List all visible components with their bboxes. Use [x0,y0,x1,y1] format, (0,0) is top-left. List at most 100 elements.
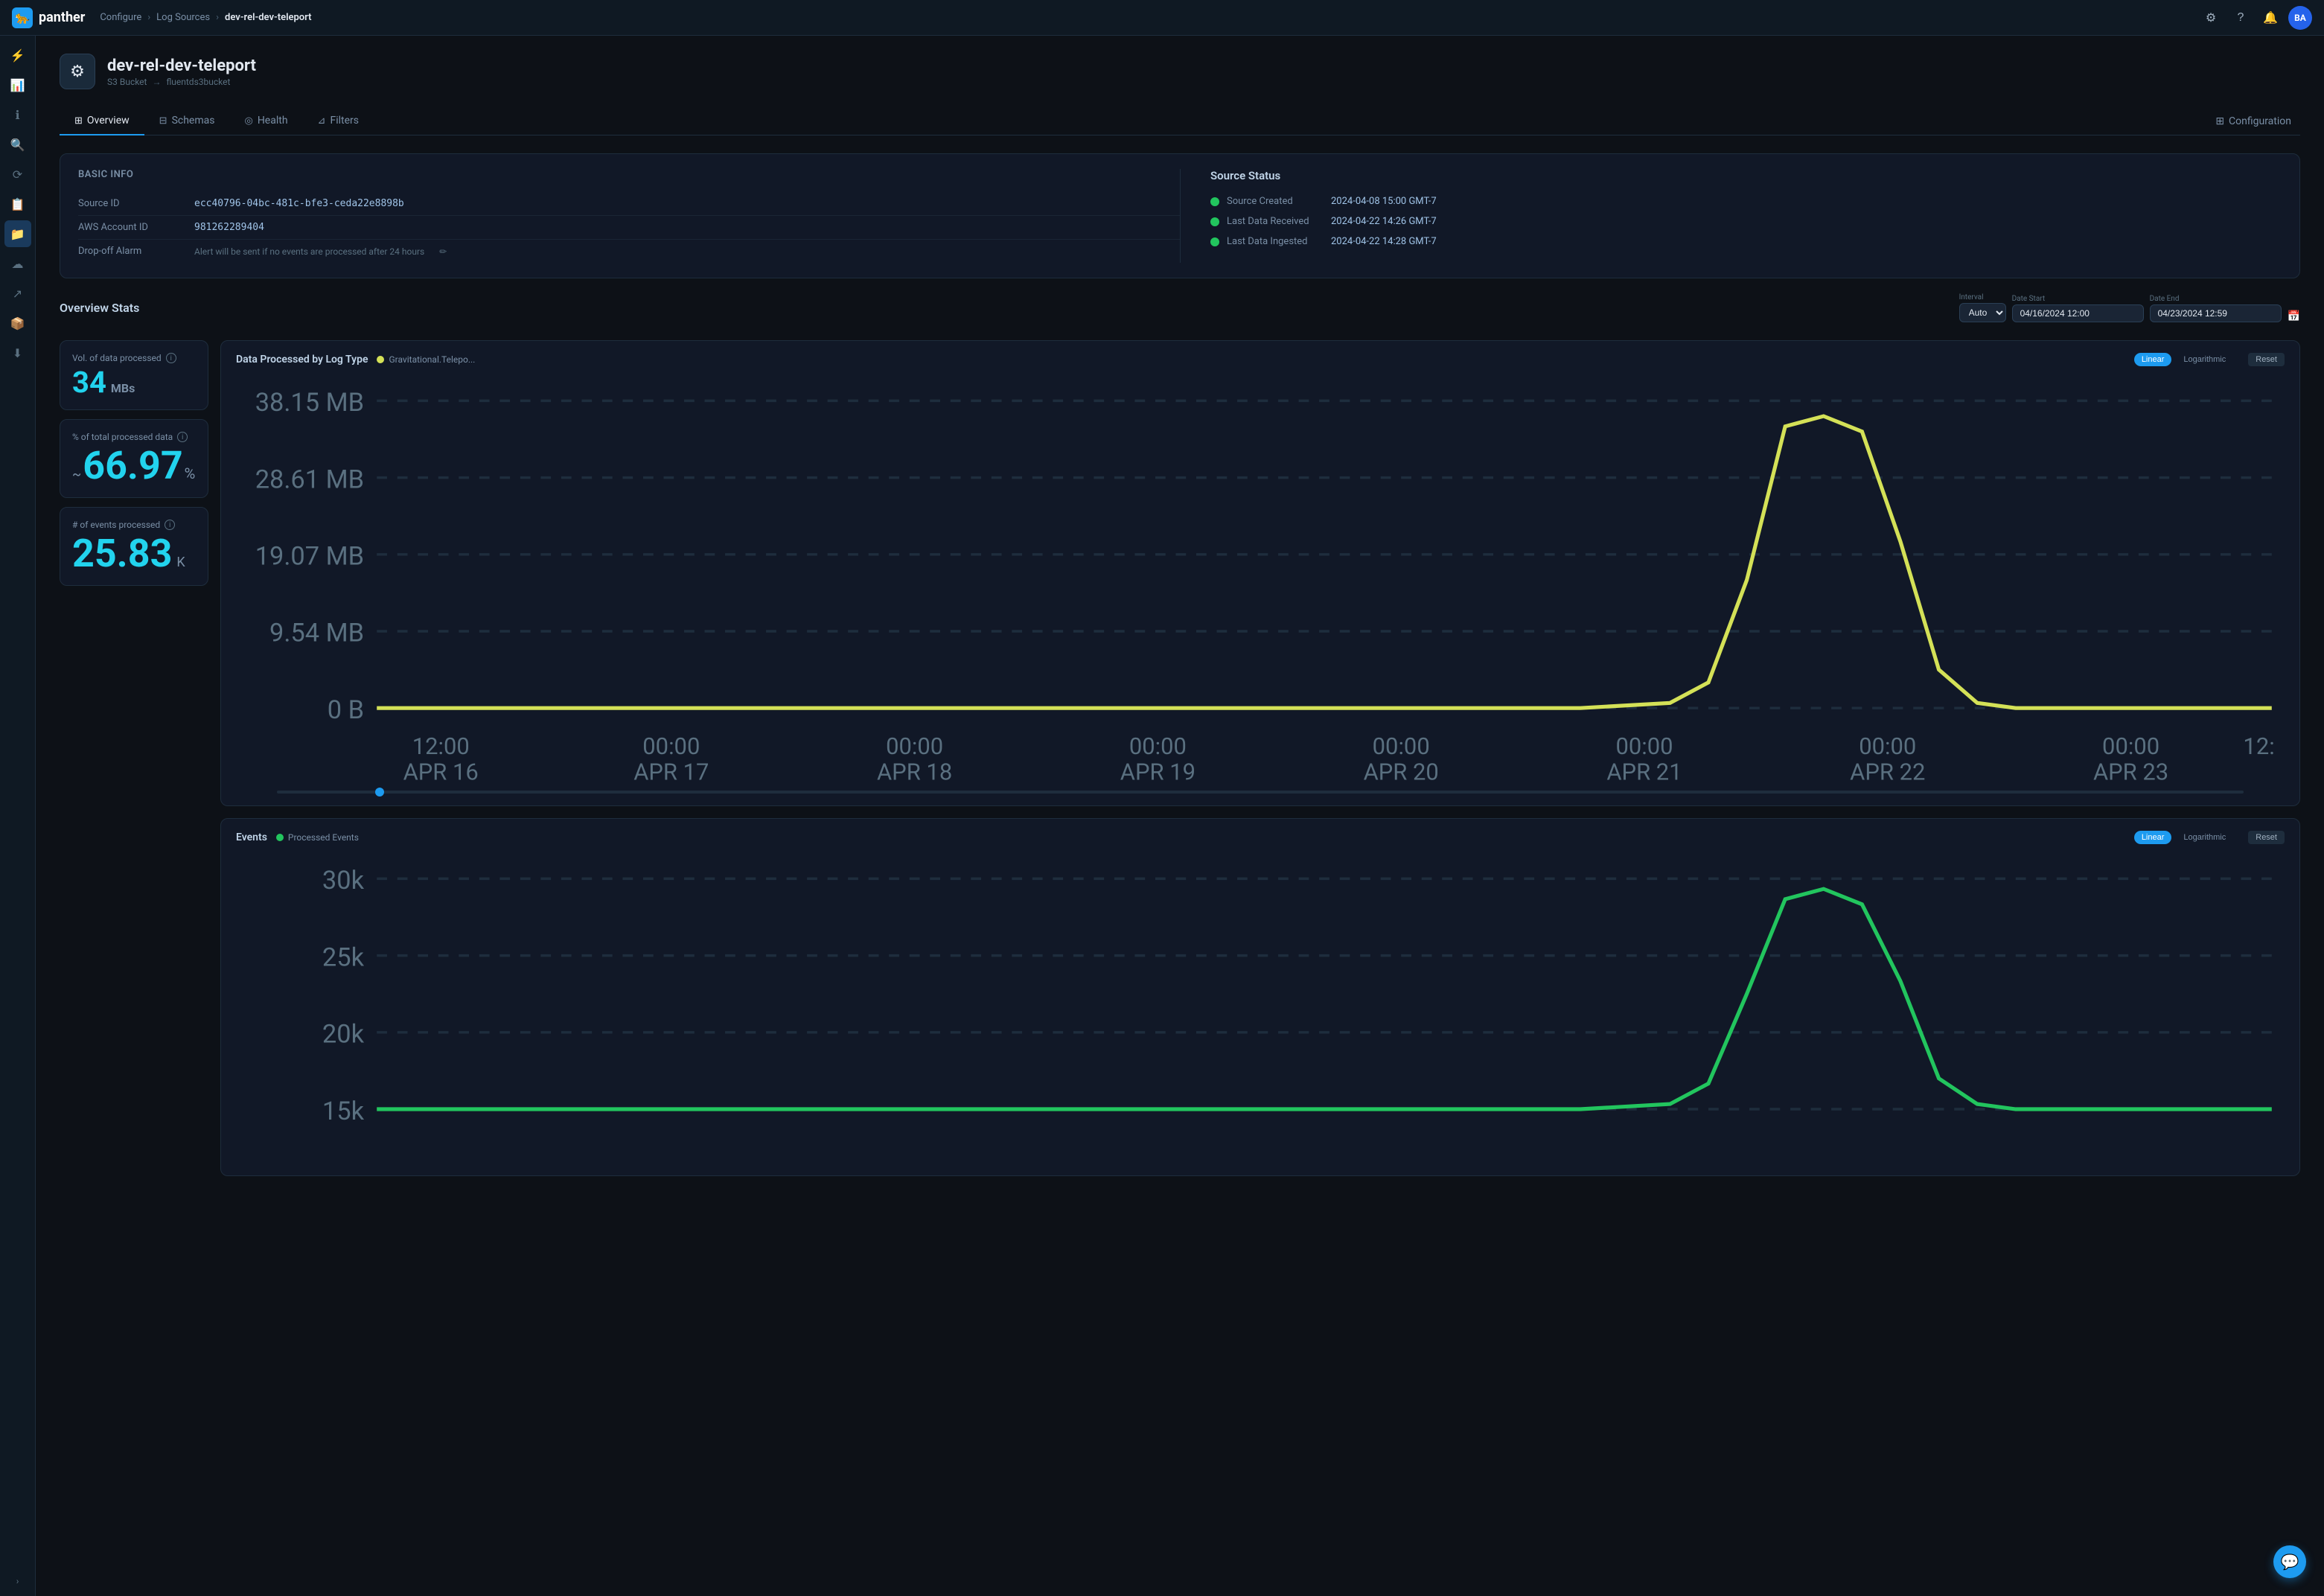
page-header: ⚙ dev-rel-dev-teleport S3 Bucket → fluen… [60,54,2300,89]
chart-slider-handle[interactable] [375,788,384,797]
chart-legend-events: Processed Events [276,832,359,843]
configuration-button[interactable]: ⊞ Configuration [2206,111,2300,132]
scale-linear-btn[interactable]: Linear [2134,353,2172,366]
sidebar-expand-btn[interactable]: › [4,1572,31,1590]
sidebar-item-packs[interactable]: 📦 [4,310,31,336]
sidebar-item-search[interactable]: 🔍 [4,131,31,158]
events-info-icon[interactable]: i [165,520,175,530]
svg-text:38.15 MB: 38.15 MB [255,388,364,418]
source-created-row: Source Created 2024-04-08 15:00 GMT-7 [1210,191,2282,211]
sidebar-item-replay[interactable]: ⟳ [4,161,31,188]
sidebar-item-cloud[interactable]: ☁ [4,250,31,277]
tab-health[interactable]: ◎ Health [229,107,302,135]
sidebar-item-export[interactable]: ↗ [4,280,31,307]
app-logo[interactable]: 🐆 panther [12,7,85,28]
date-start-input[interactable] [2012,304,2144,322]
events-scale-linear-btn[interactable]: Linear [2134,831,2172,844]
source-id-label: Source ID [78,198,182,209]
aws-account-label: AWS Account ID [78,222,182,233]
source-created-dot [1210,197,1219,206]
events-reset-btn[interactable]: Reset [2248,831,2285,844]
sidebar-item-rules[interactable]: 📋 [4,191,31,217]
source-id-value: ecc40796-04bc-481c-bfe3-ceda22e8898b [194,198,404,209]
svg-text:20k: 20k [322,1020,365,1050]
calendar-icon[interactable]: 📅 [2288,310,2300,322]
svg-text:25k: 25k [322,943,365,973]
chart-slider-track [236,788,2285,794]
chart-data-processed: Data Processed by Log Type Gravitational… [220,340,2300,806]
sidebar-bottom: › [4,1572,31,1590]
date-start-label: Date Start [2012,295,2144,303]
svg-text:00:00: 00:00 [1373,732,1430,760]
last-received-dot [1210,217,1219,226]
overview-stats-header: Overview Stats Interval Auto Date Start … [60,293,2300,322]
help-button[interactable]: ? [2229,6,2253,30]
stat-card-pct-total: % of total processed data i ~ 66.97 % [60,419,208,498]
logo-icon: 🐆 [12,7,33,28]
chat-widget-button[interactable]: 💬 [2273,1545,2306,1578]
chart-reset-btn[interactable]: Reset [2248,353,2285,366]
date-end-input[interactable] [2150,304,2282,322]
svg-text:00:00: 00:00 [642,732,700,760]
pct-total-number: 66.97 [83,447,182,485]
svg-text:00:00: 00:00 [1859,732,1916,760]
svg-text:12:00: 12:00 [412,732,470,760]
sidebar-item-log-sources[interactable]: 📁 [4,220,31,247]
svg-text:00:00: 00:00 [1615,732,1673,760]
source-status-section: Source Status Source Created 2024-04-08 … [1180,169,2282,263]
settings-button[interactable]: ⚙ [2199,6,2223,30]
last-received-value: 2024-04-22 14:26 GMT-7 [1331,216,1437,227]
interval-control: Interval Auto [1959,293,2006,322]
svg-text:APR 19: APR 19 [1120,759,1195,785]
overview-stats-title: Overview Stats [60,301,139,315]
pct-total-label: % of total processed data i [72,432,196,442]
avatar[interactable]: BA [2288,6,2312,30]
sidebar-item-dashboard[interactable]: 📊 [4,71,31,98]
sidebar-item-import[interactable]: ⬇ [4,339,31,366]
scale-logarithmic-btn[interactable]: Logarithmic [2176,353,2233,366]
vol-data-info-icon[interactable]: i [166,353,176,363]
source-created-value: 2024-04-08 15:00 GMT-7 [1331,196,1437,207]
tab-schemas-label: Schemas [172,115,215,127]
svg-text:00:00: 00:00 [886,732,943,760]
breadcrumb-log-sources[interactable]: Log Sources [156,12,210,23]
svg-text:00:00: 00:00 [2102,732,2159,760]
main-layout: ⚡ 📊 ℹ 🔍 ⟳ 📋 📁 ☁ ↗ 📦 ⬇ › ⚙ dev-rel-dev-te… [0,36,2324,1596]
last-ingested-label: Last Data Ingested [1227,236,1324,247]
tab-overview[interactable]: ⊞ Overview [60,107,144,135]
pct-total-info-icon[interactable]: i [177,432,188,442]
edit-dropoff-icon[interactable]: ✏ [439,246,447,257]
pct-suffix: % [185,465,196,482]
chart-events-header: Events Processed Events Linear Logarithm… [236,831,2285,844]
app-name: panther [39,10,85,25]
date-start-control: Date Start [2012,295,2144,322]
tab-health-icon: ◎ [244,115,252,127]
sidebar-item-alerts[interactable]: ⚡ [4,42,31,68]
chart-events-scale-btns: Linear Logarithmic [2134,831,2233,844]
svg-text:APR 21: APR 21 [1606,759,1682,785]
notifications-button[interactable]: 🔔 [2258,6,2282,30]
svg-text:30k: 30k [322,866,365,896]
chart-events-title: Events [236,831,267,843]
legend-label-events: Processed Events [288,832,359,843]
aws-account-value: 981262289404 [194,222,264,233]
events-scale-logarithmic-btn[interactable]: Logarithmic [2176,831,2233,844]
vol-data-label: Vol. of data processed i [72,353,196,363]
tab-overview-icon: ⊞ [74,115,83,127]
tab-overview-label: Overview [87,115,130,127]
subtitle-arrow: → [152,77,161,87]
interval-select[interactable]: Auto [1959,303,2006,322]
last-received-label: Last Data Received [1227,216,1324,227]
svg-text:15k: 15k [322,1097,365,1126]
tab-schemas[interactable]: ⊟ Schemas [144,107,230,135]
interval-label: Interval [1959,293,2006,301]
stats-controls: Interval Auto Date Start Date End 📅 [1959,293,2300,322]
sidebar-item-info[interactable]: ℹ [4,101,31,128]
svg-text:28.61 MB: 28.61 MB [255,465,364,494]
breadcrumb-configure[interactable]: Configure [100,12,141,23]
dropoff-alarm-row: Drop-off Alarm Alert will be sent if no … [78,240,1180,263]
tab-filters[interactable]: ⊿ Filters [303,107,374,135]
svg-text:APR 17: APR 17 [633,759,709,785]
tab-filters-icon: ⊿ [318,115,326,127]
subtitle-value: fluentds3bucket [166,77,230,87]
